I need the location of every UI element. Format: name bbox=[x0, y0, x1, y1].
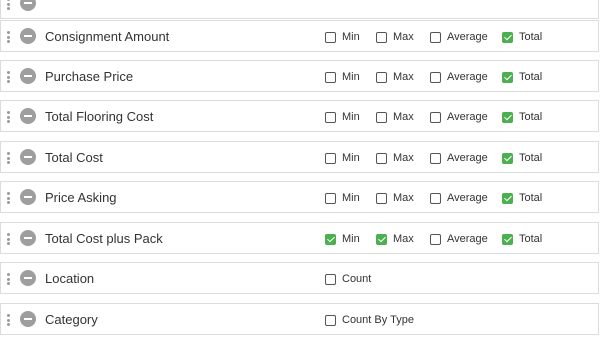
aggregation-options: Min Max Average Total bbox=[1, 150, 598, 166]
field-row[interactable]: Consignment Amount Min Max Average Total bbox=[0, 20, 599, 52]
aggregation-option[interactable]: Average bbox=[430, 29, 488, 45]
option-label: Min bbox=[342, 152, 360, 164]
field-row[interactable]: Total Cost Min Max Average Total bbox=[0, 141, 599, 173]
aggregation-option[interactable]: Count bbox=[325, 271, 371, 287]
checkbox-unchecked[interactable] bbox=[376, 152, 387, 164]
option-label: Max bbox=[393, 152, 414, 164]
checkbox-unchecked[interactable] bbox=[430, 233, 441, 245]
aggregation-option[interactable]: Max bbox=[376, 29, 414, 45]
field-row[interactable] bbox=[0, 0, 599, 19]
aggregation-option[interactable]: Average bbox=[430, 231, 488, 247]
aggregation-option[interactable]: Max bbox=[376, 109, 414, 125]
option-label: Max bbox=[393, 71, 414, 83]
option-label: Min bbox=[342, 71, 360, 83]
option-label: Max bbox=[393, 31, 414, 43]
aggregation-option[interactable]: Max bbox=[376, 150, 414, 166]
aggregation-option[interactable]: Total bbox=[502, 150, 542, 166]
field-row[interactable]: Purchase Price Min Max Average Total bbox=[0, 60, 599, 92]
checkbox-unchecked[interactable] bbox=[376, 111, 387, 123]
checkbox-unchecked[interactable] bbox=[325, 273, 336, 285]
aggregation-options: Min Max Average Total bbox=[1, 29, 598, 45]
aggregation-option[interactable]: Average bbox=[430, 150, 488, 166]
option-label: Total bbox=[519, 71, 543, 83]
aggregation-option[interactable]: Count By Type bbox=[325, 312, 414, 328]
option-label: Total bbox=[519, 192, 543, 204]
option-label: Max bbox=[393, 111, 414, 123]
checkbox-unchecked[interactable] bbox=[430, 31, 441, 43]
aggregation-options: Min Max Average Total bbox=[1, 231, 598, 247]
aggregation-option[interactable]: Min bbox=[325, 231, 360, 247]
aggregation-option[interactable]: Max bbox=[376, 69, 414, 85]
checkbox-unchecked[interactable] bbox=[325, 111, 336, 123]
checkbox-checked[interactable] bbox=[502, 233, 513, 245]
checkbox-unchecked[interactable] bbox=[430, 71, 441, 83]
field-row[interactable]: Location Count bbox=[0, 262, 599, 294]
aggregation-option[interactable]: Total bbox=[502, 109, 542, 125]
aggregation-options: Count bbox=[1, 271, 598, 287]
option-label: Min bbox=[342, 192, 360, 204]
aggregation-option[interactable]: Min bbox=[325, 69, 360, 85]
checkbox-unchecked[interactable] bbox=[430, 152, 441, 164]
aggregation-options: Min Max Average Total bbox=[1, 109, 598, 125]
checkbox-checked[interactable] bbox=[376, 233, 387, 245]
aggregation-option[interactable]: Average bbox=[430, 190, 488, 206]
checkbox-unchecked[interactable] bbox=[325, 314, 336, 326]
option-label: Count bbox=[342, 273, 372, 285]
checkbox-unchecked[interactable] bbox=[376, 31, 387, 43]
option-label: Average bbox=[447, 233, 488, 245]
field-row[interactable]: Total Cost plus Pack Min Max Average Total bbox=[0, 222, 599, 254]
option-label: Average bbox=[447, 71, 488, 83]
aggregation-option[interactable]: Total bbox=[502, 190, 542, 206]
checkbox-unchecked[interactable] bbox=[376, 192, 387, 204]
option-label: Min bbox=[342, 31, 360, 43]
checkbox-checked[interactable] bbox=[502, 111, 513, 123]
checkbox-unchecked[interactable] bbox=[325, 192, 336, 204]
checkbox-checked[interactable] bbox=[502, 192, 513, 204]
option-label: Total bbox=[519, 31, 543, 43]
checkbox-unchecked[interactable] bbox=[376, 71, 387, 83]
aggregation-options bbox=[1, 0, 598, 12]
field-row[interactable]: Total Flooring Cost Min Max Average Total bbox=[0, 100, 599, 132]
option-label: Average bbox=[447, 192, 488, 204]
aggregation-options: Count By Type bbox=[1, 312, 598, 328]
aggregation-option[interactable]: Max bbox=[376, 190, 414, 206]
checkbox-unchecked[interactable] bbox=[325, 31, 336, 43]
option-label: Average bbox=[447, 31, 488, 43]
field-row[interactable]: Category Count By Type bbox=[0, 303, 599, 335]
aggregation-option[interactable]: Average bbox=[430, 109, 488, 125]
aggregation-option[interactable]: Min bbox=[325, 150, 360, 166]
checkbox-checked[interactable] bbox=[502, 71, 513, 83]
aggregation-option[interactable]: Total bbox=[502, 29, 542, 45]
aggregation-options: Min Max Average Total bbox=[1, 190, 598, 206]
checkbox-unchecked[interactable] bbox=[325, 71, 336, 83]
aggregation-option[interactable]: Min bbox=[325, 109, 360, 125]
aggregation-option[interactable]: Average bbox=[430, 69, 488, 85]
field-row[interactable]: Price Asking Min Max Average Total bbox=[0, 181, 599, 213]
checkbox-checked[interactable] bbox=[502, 152, 513, 164]
option-label: Total bbox=[519, 111, 543, 123]
option-label: Average bbox=[447, 111, 488, 123]
aggregation-option[interactable]: Total bbox=[502, 69, 542, 85]
option-label: Count By Type bbox=[342, 314, 414, 326]
option-label: Min bbox=[342, 233, 360, 245]
aggregation-option[interactable]: Min bbox=[325, 190, 360, 206]
checkbox-checked[interactable] bbox=[325, 233, 336, 245]
option-label: Max bbox=[393, 233, 414, 245]
option-label: Average bbox=[447, 152, 488, 164]
option-label: Total bbox=[519, 152, 543, 164]
option-label: Total bbox=[519, 233, 543, 245]
checkbox-checked[interactable] bbox=[502, 31, 513, 43]
aggregation-options: Min Max Average Total bbox=[1, 69, 598, 85]
aggregation-option[interactable]: Total bbox=[502, 231, 542, 247]
checkbox-unchecked[interactable] bbox=[325, 152, 336, 164]
aggregation-option[interactable]: Min bbox=[325, 29, 360, 45]
aggregation-option[interactable]: Max bbox=[376, 231, 414, 247]
checkbox-unchecked[interactable] bbox=[430, 111, 441, 123]
option-label: Max bbox=[393, 192, 414, 204]
checkbox-unchecked[interactable] bbox=[430, 192, 441, 204]
option-label: Min bbox=[342, 111, 360, 123]
